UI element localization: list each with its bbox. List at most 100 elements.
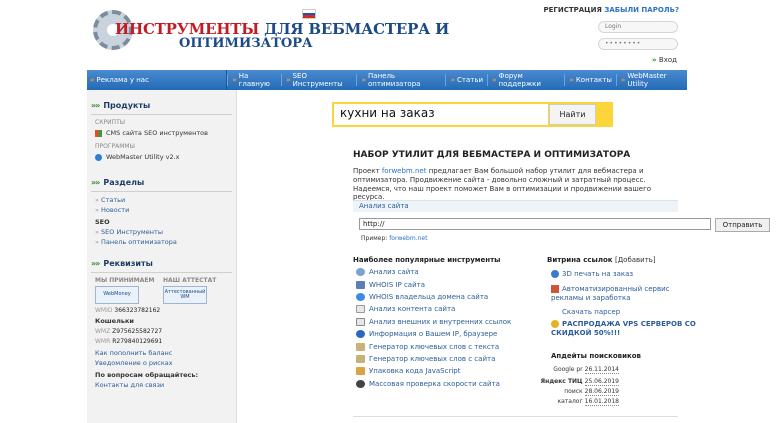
pen-icon [356, 342, 365, 351]
double-chevron-icon: » [620, 76, 626, 84]
nav-webmaster-utility[interactable]: » WebMaster Utility [615, 72, 687, 88]
pen-icon [356, 354, 365, 363]
wmz-line: WMZ Z975625582727 [95, 328, 163, 335]
showcase-link-vps-sale[interactable]: РАСПРОДАЖА VPS СЕРВЕРОВ СО СКИДКОЙ 50%!!… [551, 320, 701, 338]
search-button[interactable]: Найти [549, 104, 596, 125]
header: ИНСТРУМЕНТЫ ДЛЯ ВЕБМАСТЕРА И ОПТИМИЗАТОР… [87, 0, 687, 70]
link-topup-balance[interactable]: Как пополнить баланс [87, 349, 236, 357]
tool-ip-browser-info[interactable]: Информация о Вашем IP, браузере [356, 328, 536, 340]
sidebar-item-webmaster-utility[interactable]: WebMaster Utility v2.x [87, 153, 236, 161]
double-chevron-icon: » [569, 76, 574, 84]
example-line: Пример: forwebm.net [361, 235, 428, 242]
register-link[interactable]: РЕГИСТРАЦИЯ [543, 6, 601, 14]
popular-tools-list: Анализ сайта WHOIS IP сайта WHOIS владел… [356, 266, 536, 390]
scripts-caption: СКРИПТЫ [95, 119, 126, 126]
rocket-icon [551, 270, 559, 278]
tool-speed-check[interactable]: Массовая проверка скорости сайта [356, 378, 536, 390]
double-chevron-icon: » [361, 76, 367, 84]
nav-articles[interactable]: » Статьи [445, 74, 487, 86]
divider [353, 416, 678, 417]
top-navbar: » Реклама у нас » На главную » SEO Инструме… [87, 70, 687, 90]
info-icon [356, 330, 365, 339]
tool-whois-owner[interactable]: WHOIS владельца домена сайта [356, 291, 536, 303]
nav-optimizer-panel[interactable]: » Панель оптимизатора [356, 72, 445, 88]
certificate-caption: НАШ АТТЕСТАТ [163, 277, 217, 284]
auth-links: РЕГИСТРАЦИЯ ЗАБЫЛИ ПАРОЛЬ? [543, 6, 679, 14]
link-risk-notice[interactable]: Уведомление о рисках [87, 359, 236, 367]
webmoney-badge[interactable]: WebMoney [95, 286, 139, 304]
russian-flag-icon[interactable] [302, 9, 316, 19]
analyze-site-header: Анализ сайта [353, 200, 678, 212]
tool-js-packer[interactable]: Упаковка кода JavaScript [356, 365, 536, 377]
sidebar-link-articles[interactable]: » Статьи [87, 196, 236, 204]
link-icon [356, 317, 365, 326]
sidebar-link-seo-tools[interactable]: » SEO Инструменты [87, 228, 236, 236]
package-icon [356, 367, 365, 376]
double-chevron-icon: » [286, 76, 291, 84]
nav-seo-tools[interactable]: » SEO Инструменты [281, 72, 356, 88]
submit-button[interactable]: Отправить [715, 218, 770, 232]
whois-icon [356, 280, 365, 289]
page-title: НАБОР УТИЛИТ ДЛЯ ВЕБМАСТЕРА И ОПТИМИЗАТО… [353, 150, 631, 160]
add-link-button[interactable]: [Добавить] [615, 256, 656, 264]
double-chevron-icon: » [90, 76, 95, 84]
showcase-link-ad-service[interactable]: Автоматизированный сервис рекламы и зара… [551, 285, 701, 303]
wmr-line: WMR R279840129691 [95, 338, 163, 345]
wallets-label: Кошельки [95, 317, 134, 325]
speed-icon [356, 379, 365, 388]
double-chevron-green-icon: »» [91, 258, 100, 268]
questions-label: По вопросам обращайтесь: [95, 371, 199, 379]
tool-whois-ip[interactable]: WHOIS IP сайта [356, 278, 536, 290]
intro-site-link[interactable]: forwebm.net [382, 167, 427, 175]
tool-keywords-from-site[interactable]: Генератор ключевых слов с сайта [356, 353, 536, 365]
accept-block: МЫ ПРИНИМАЕМ WebMoney [95, 277, 155, 304]
requisites-badges: МЫ ПРИНИМАЕМ WebMoney НАШ АТТЕСТАТ Аттес… [87, 277, 236, 304]
wmid-line: WMID 366323782162 [95, 307, 161, 314]
nav-home[interactable]: » На главную [227, 72, 281, 88]
update-google-pr: Google pr 26.11.2014 [553, 366, 619, 374]
nav-contacts[interactable]: » Контакты [564, 74, 616, 86]
update-yandex-search: поиск 28.06.2019 [564, 388, 619, 396]
seo-subheading: SEO [95, 218, 110, 226]
popular-tools-title: Наиболее популярные инструменты [353, 256, 501, 264]
sidebar-link-news[interactable]: » Новости [87, 206, 236, 214]
login-button[interactable]: » Вход [652, 56, 677, 64]
search-updates-title: Апдейты поисковиков [551, 352, 641, 360]
double-chevron-icon: » [492, 76, 497, 84]
update-yandex-catalog: каталог 16.01.2018 [557, 398, 619, 406]
sidebar-link-optimizer-panel[interactable]: » Панель оптимизатора [87, 238, 236, 246]
search-input[interactable]: кухни на заказ [334, 104, 548, 125]
intro-text: Проект forwebm.net предлагает Вам большо… [353, 167, 652, 202]
globe-icon [95, 153, 102, 161]
nav-advertising-link[interactable]: » Реклама у нас [87, 70, 228, 90]
page-container: ИНСТРУМЕНТЫ ДЛЯ ВЕБМАСТЕРА И ОПТИМИЗАТОР… [87, 0, 770, 423]
divider [91, 191, 232, 192]
sidebar: »» Продукты СКРИПТЫ CMS сайта SEO инструм… [87, 90, 237, 423]
showcase-link-parser[interactable]: Скачать парсер [551, 308, 701, 317]
nav-support-forum[interactable]: » Форум поддержки [487, 72, 564, 88]
tool-links-analysis[interactable]: Анализ внешних и внутренних ссылок [356, 316, 536, 328]
example-link[interactable]: forwebm.net [389, 235, 427, 242]
divider [91, 114, 232, 115]
document-icon [356, 305, 365, 314]
double-chevron-icon: » [450, 76, 455, 84]
certificate-block: НАШ АТТЕСТАТ Аттестованный WM [163, 277, 223, 304]
forgot-password-link[interactable]: ЗАБЫЛИ ПАРОЛЬ? [604, 6, 679, 14]
showcase-link-3d-print[interactable]: 3D печать на заказ [551, 270, 701, 279]
link-contacts[interactable]: Контакты для связи [87, 381, 236, 389]
tool-site-analysis[interactable]: Анализ сайта [356, 266, 536, 278]
password-input[interactable]: •••••••• [598, 38, 678, 50]
double-chevron-icon: » [232, 76, 237, 84]
login-input[interactable]: Login [598, 21, 678, 33]
attestat-badge[interactable]: Аттестованный WM [163, 286, 207, 304]
sidebar-item-cms[interactable]: CMS сайта SEO инструментов [87, 129, 236, 137]
tool-keywords-from-text[interactable]: Генератор ключевых слов с текста [356, 340, 536, 352]
globe-icon [356, 292, 365, 301]
yandex-search-box: кухни на заказ Найти [332, 102, 613, 127]
cms-icon [95, 129, 102, 137]
url-input[interactable]: http:// [359, 218, 711, 230]
double-chevron-green-icon: »» [91, 177, 100, 187]
logo-title-line2[interactable]: ОПТИМИЗАТОРА [179, 36, 313, 51]
links-showcase-title: Витрина ссылок [Добавить] [547, 256, 656, 264]
tool-content-analysis[interactable]: Анализ контента сайта [356, 303, 536, 315]
